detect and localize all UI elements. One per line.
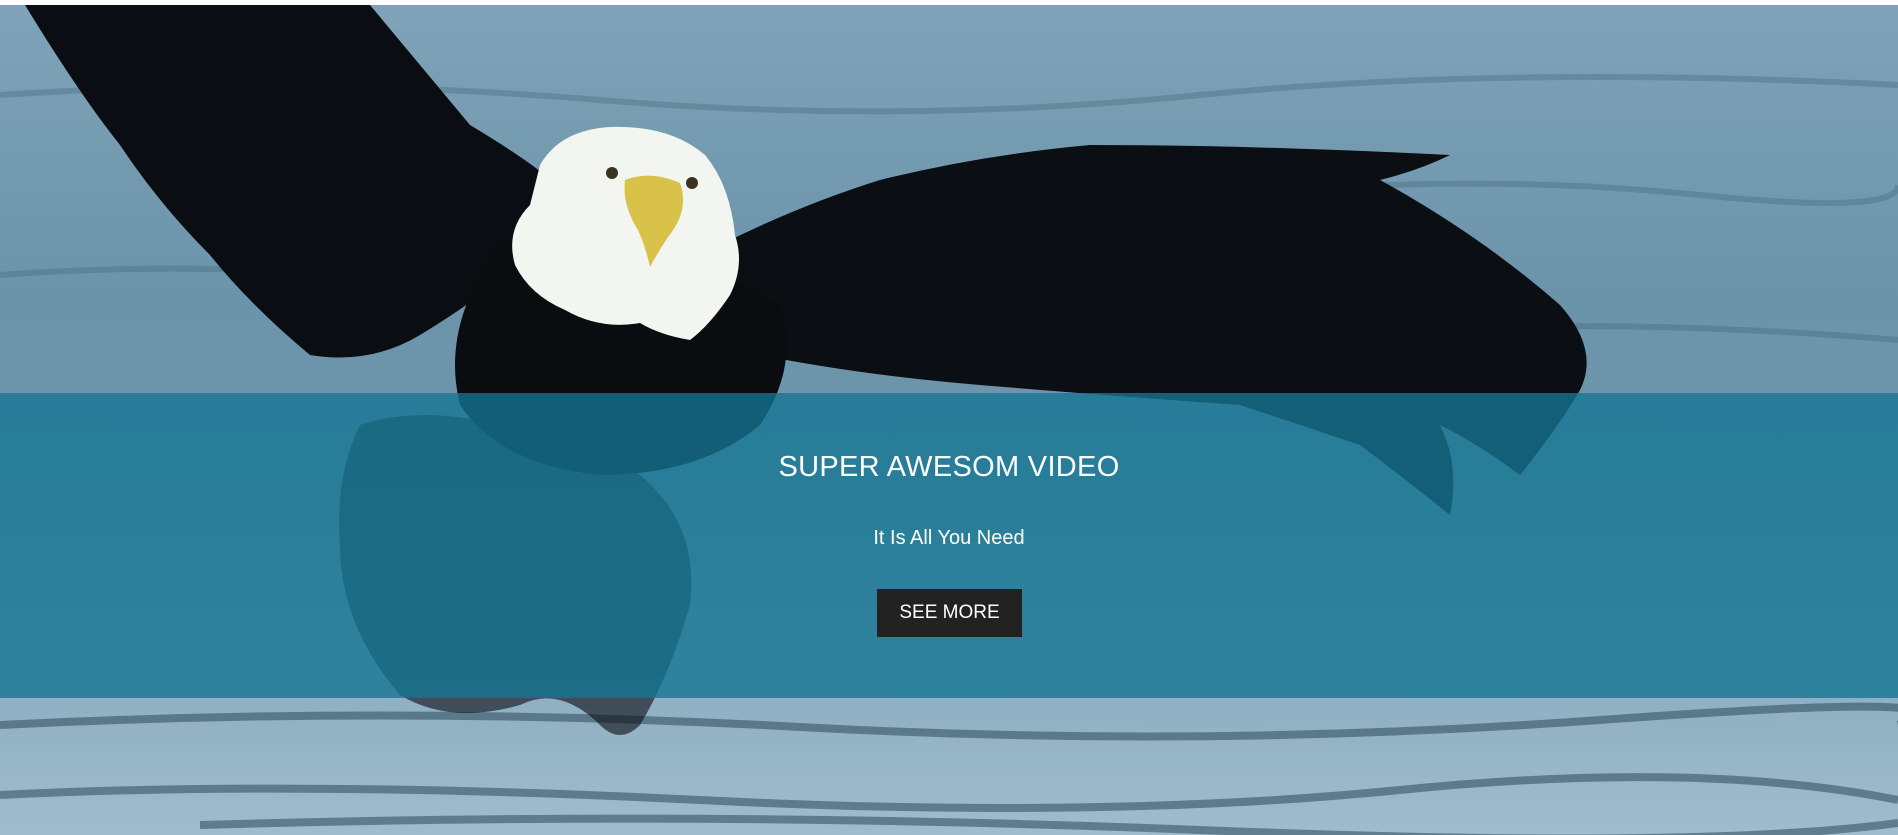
caption-overlay: SUPER AWESOM VIDEO It Is All You Need SE… bbox=[0, 393, 1898, 698]
hero-title: SUPER AWESOM VIDEO bbox=[778, 451, 1120, 483]
caption-content: SUPER AWESOM VIDEO It Is All You Need SE… bbox=[0, 393, 1898, 698]
see-more-button[interactable]: SEE MORE bbox=[877, 589, 1022, 637]
video-hero: SUPER AWESOM VIDEO It Is All You Need SE… bbox=[0, 5, 1898, 835]
hero-subtitle: It Is All You Need bbox=[873, 527, 1025, 549]
